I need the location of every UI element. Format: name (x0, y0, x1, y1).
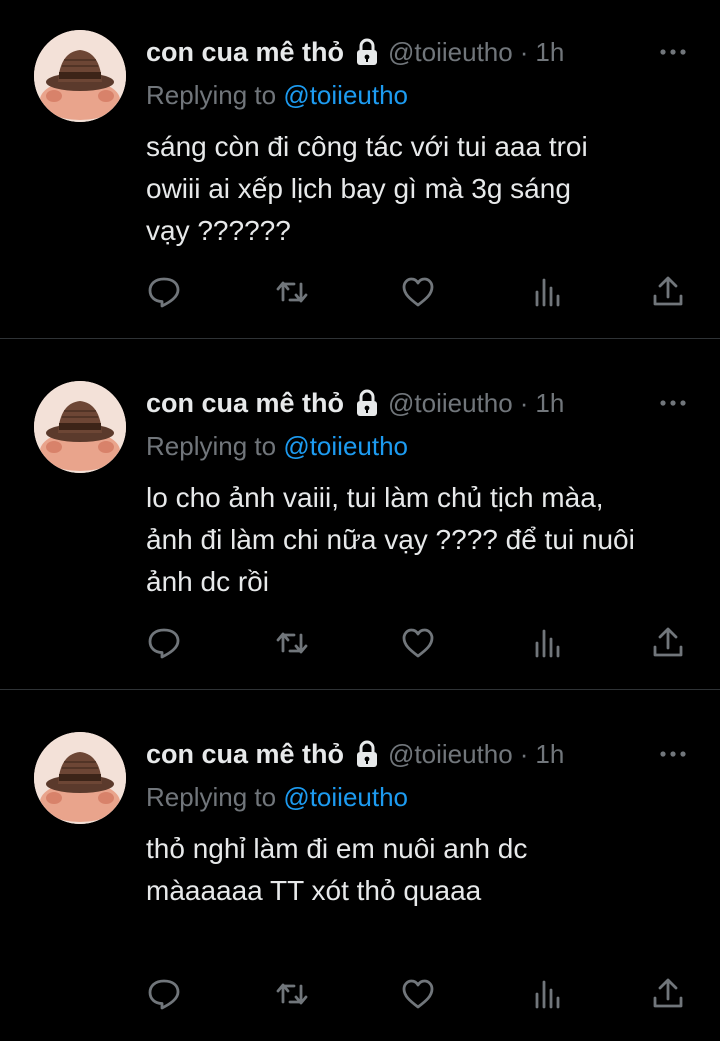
replying-to: Replying to @toiieutho (146, 80, 408, 111)
lock-icon (354, 389, 380, 417)
lock-icon (354, 38, 380, 66)
display-name[interactable]: con cua mê thỏ (146, 739, 344, 770)
timestamp[interactable]: 1h (535, 388, 564, 419)
tweet[interactable]: con cua mê thỏ @toiieutho · 1h Replying … (0, 0, 720, 339)
views-icon[interactable] (530, 625, 566, 661)
tweet-text: lo cho ảnh vaiii, tui làm chủ tịch màa, … (146, 482, 635, 597)
share-icon[interactable] (650, 976, 686, 1012)
more-icon[interactable] (656, 40, 690, 64)
lock-icon (354, 740, 380, 768)
like-icon[interactable] (400, 274, 436, 310)
mention-link[interactable]: @toiieutho (283, 431, 408, 461)
views-icon[interactable] (530, 274, 566, 310)
share-icon[interactable] (650, 274, 686, 310)
like-icon[interactable] (400, 976, 436, 1012)
replying-prefix: Replying to (146, 431, 284, 461)
handle[interactable]: @toiieutho (388, 388, 513, 419)
mention-link[interactable]: @toiieutho (283, 80, 408, 110)
share-icon[interactable] (650, 625, 686, 661)
tweet-header: con cua mê thỏ @toiieutho · 1h (146, 737, 564, 771)
avatar[interactable] (34, 30, 126, 122)
views-icon[interactable] (530, 976, 566, 1012)
more-icon[interactable] (656, 742, 690, 766)
retweet-icon[interactable] (274, 976, 310, 1012)
timestamp[interactable]: 1h (535, 739, 564, 770)
separator-dot: · (519, 36, 529, 67)
timeline-feed: con cua mê thỏ @toiieutho · 1h Replying … (0, 0, 720, 1010)
avatar[interactable] (34, 381, 126, 473)
tweet-actions (0, 274, 720, 310)
retweet-icon[interactable] (274, 274, 310, 310)
handle[interactable]: @toiieutho (388, 37, 513, 68)
handle[interactable]: @toiieutho (388, 739, 513, 770)
tweet-actions (0, 976, 720, 1012)
tweet-header: con cua mê thỏ @toiieutho · 1h (146, 35, 564, 69)
tweet[interactable]: con cua mê thỏ @toiieutho · 1h Replying … (0, 339, 720, 690)
avatar[interactable] (34, 732, 126, 824)
display-name[interactable]: con cua mê thỏ (146, 388, 344, 419)
separator-dot: · (519, 738, 529, 769)
reply-icon[interactable] (146, 274, 182, 310)
timestamp[interactable]: 1h (535, 37, 564, 68)
replying-to: Replying to @toiieutho (146, 782, 408, 813)
like-icon[interactable] (400, 625, 436, 661)
tweet-text: sáng còn đi công tác với tui aaa troi ow… (146, 131, 588, 246)
separator-dot: · (519, 387, 529, 418)
replying-to: Replying to @toiieutho (146, 431, 408, 462)
mention-link[interactable]: @toiieutho (283, 782, 408, 812)
reply-icon[interactable] (146, 976, 182, 1012)
tweet[interactable]: con cua mê thỏ @toiieutho · 1h Replying … (0, 690, 720, 1041)
retweet-icon[interactable] (274, 625, 310, 661)
tweet-actions (0, 625, 720, 661)
replying-prefix: Replying to (146, 782, 284, 812)
tweet-text: thỏ nghỉ làm đi em nuôi anh dc màaaaaa T… (146, 833, 528, 906)
display-name[interactable]: con cua mê thỏ (146, 37, 344, 68)
replying-prefix: Replying to (146, 80, 284, 110)
reply-icon[interactable] (146, 625, 182, 661)
more-icon[interactable] (656, 391, 690, 415)
tweet-header: con cua mê thỏ @toiieutho · 1h (146, 386, 564, 420)
